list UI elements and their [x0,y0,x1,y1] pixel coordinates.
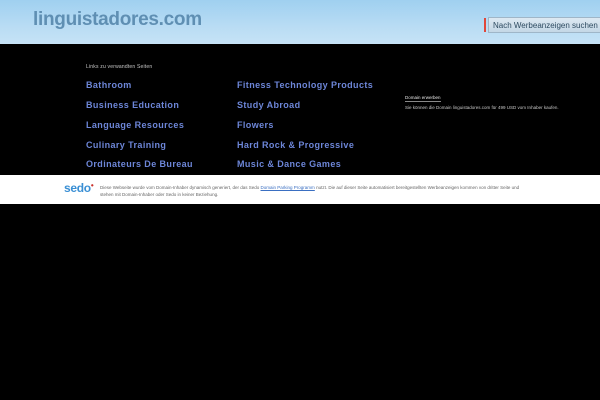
link-flowers[interactable]: Flowers [237,120,274,130]
sedo-logo-dot-icon: • [90,181,94,190]
link-language-resources[interactable]: Language Resources [86,120,184,130]
buy-domain-text[interactable]: Sie können die Domain linguistadores.com… [405,105,559,110]
link-music-dance-games[interactable]: Music & Dance Games [237,159,341,169]
sedo-logo-text: sedo [64,181,91,195]
link-bathroom[interactable]: Bathroom [86,80,132,90]
link-hard-rock-progressive[interactable]: Hard Rock & Progressive [237,140,354,150]
buy-domain-title[interactable]: Domain erwerben [405,95,441,102]
search-separator [484,18,486,32]
header-bar: linguistadores.com Nach Werbeanzeigen su… [0,0,600,44]
link-ordinateurs-de-bureau[interactable]: Ordinateurs De Bureau [86,159,193,169]
site-title[interactable]: linguistadores.com [33,9,202,31]
search-ads-button[interactable]: Nach Werbeanzeigen suchen [488,17,600,33]
link-study-abroad[interactable]: Study Abroad [237,100,300,110]
links-heading: Links zu verwandten Seiten [86,64,153,70]
footer-text-part-1: Diese Webseite wurde vom Domain-Inhaber … [100,185,260,190]
domain-parking-link[interactable]: Domain Parking Programm [261,185,315,190]
link-business-education[interactable]: Business Education [86,100,179,110]
link-culinary-training[interactable]: Culinary Training [86,140,166,150]
link-fitness-technology-products[interactable]: Fitness Technology Products [237,80,373,90]
footer-disclaimer: Diese Webseite wurde vom Domain-Inhaber … [100,184,520,198]
sedo-logo[interactable]: sedo• [64,181,94,195]
